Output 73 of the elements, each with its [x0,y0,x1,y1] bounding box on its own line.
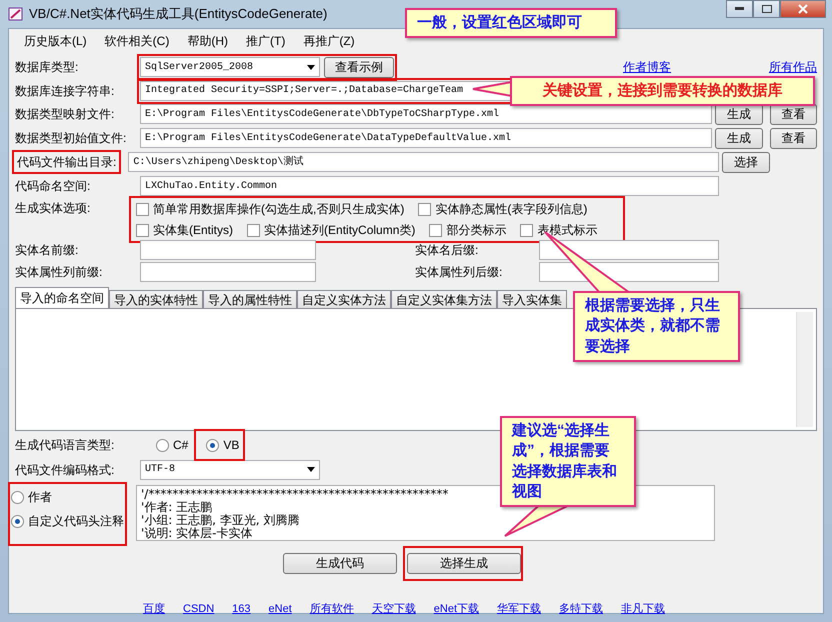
checkbox[interactable]: 简单常用数据库操作(勾选生成,否则只生成实体) [136,200,404,218]
field-label: 实体名前缀: [15,242,80,259]
field-label: 代码命名空间: [15,178,92,195]
window-title: VB/C#.Net实体代码生成工具(EntitysCodeGenerate) [29,5,328,24]
input-field[interactable]: C:\Users\zhipeng\Desktop\测试 [128,152,719,172]
minimize-icon [735,7,744,11]
action-button[interactable]: 生成代码 [283,552,397,574]
footer-link[interactable]: 华军下载 [497,600,542,618]
close-icon [798,4,808,14]
menu-item[interactable]: 推广(T) [237,32,294,50]
tab[interactable]: 导入的实体特性 [109,290,203,308]
minimize-button[interactable] [726,0,753,18]
footer-link[interactable]: eNet [268,600,292,618]
close-button[interactable] [780,0,826,18]
input-field[interactable] [140,240,316,260]
tab[interactable]: 导入的命名空间 [15,287,109,308]
dropdown[interactable]: SqlServer2005_2008 [140,57,320,77]
tab[interactable]: 自定义实体方法 [297,290,391,308]
checkbox[interactable]: 实体静态属性(表字段列信息) [418,200,588,218]
menu-item[interactable]: 历史版本(L) [15,32,96,50]
radio-button[interactable]: 自定义代码头注释 [11,512,124,530]
field-label: 生成实体选项: [15,200,92,217]
tab[interactable]: 导入的属性特性 [203,290,297,308]
input-field[interactable]: LXChuTao.Entity.Common [140,176,719,196]
input-field[interactable]: E:\Program Files\EntitysCodeGenerate\DbTypeToCSharpType.xml [140,104,712,124]
field-label: 实体属性列前缀: [15,264,104,281]
menu-item[interactable]: 再推广(Z) [294,32,364,50]
action-button[interactable]: 查看 [770,128,817,148]
input-field[interactable] [140,262,316,282]
dropdown[interactable]: UTF-8 [140,460,320,480]
field-label: 数据库连接字符串: [15,82,116,100]
callout-pointer [472,81,513,97]
menu-item[interactable]: 帮助(H) [178,32,238,50]
radio-button[interactable]: VB [204,434,242,456]
field-label: 代码文件输出目录: [15,153,118,171]
caret-icon [307,64,315,70]
checkbox[interactable]: 部分类标示 [429,221,506,239]
tab[interactable]: 自定义实体集方法 [391,290,497,308]
field-label: 实体属性列后缀: [415,264,504,281]
field-label: 生成代码语言类型: [15,437,116,454]
menu-item[interactable]: 软件相关(C) [96,32,178,50]
footer-link[interactable]: 163 [232,600,251,618]
app-icon [8,6,24,22]
footer-link[interactable]: 多特下载 [559,600,604,618]
input-field[interactable]: E:\Program Files\EntitysCodeGenerate\DataTypeDefaultValue.xml [140,128,712,148]
footer-link[interactable]: 天空下载 [372,600,416,618]
action-button[interactable]: 生成 [715,128,763,148]
input-field[interactable] [539,240,719,260]
maximize-icon [762,5,772,13]
footer-link[interactable]: 所有软件 [310,600,354,618]
checkbox[interactable]: 实体集(Entitys) [136,221,234,239]
radio-button[interactable]: 作者 [11,488,124,506]
footer-link[interactable]: 非凡下载 [621,600,666,618]
all-works-link[interactable]: 所有作品 [769,58,817,76]
callout-box: 一般，设置红色区域即可 [405,8,617,38]
scrollbar[interactable] [796,312,813,427]
field-label: 数据类型初始值文件: [15,130,128,147]
radio-button[interactable]: C# [154,434,190,456]
field-label: 数据库类型: [15,59,80,76]
footer-link[interactable]: eNet下载 [434,600,480,618]
field-label: 实体名后缀: [415,242,480,259]
tab[interactable]: 导入实体集 [497,290,567,308]
checkbox[interactable]: 实体描述列(EntityColumn类) [247,221,416,239]
field-label: 数据类型映射文件: [15,106,116,123]
author-blog-link[interactable]: 作者博客 [623,58,671,76]
action-button[interactable]: 选择生成 [407,552,521,574]
footer-link[interactable]: 百度 [143,600,165,618]
caret-icon [307,467,315,472]
field-label: 代码文件编码格式: [15,462,116,478]
footer-link[interactable]: CSDN [183,600,214,618]
example-button[interactable]: 查看示例 [324,56,394,78]
maximize-button[interactable] [753,0,780,18]
action-button[interactable]: 选择 [722,152,770,172]
